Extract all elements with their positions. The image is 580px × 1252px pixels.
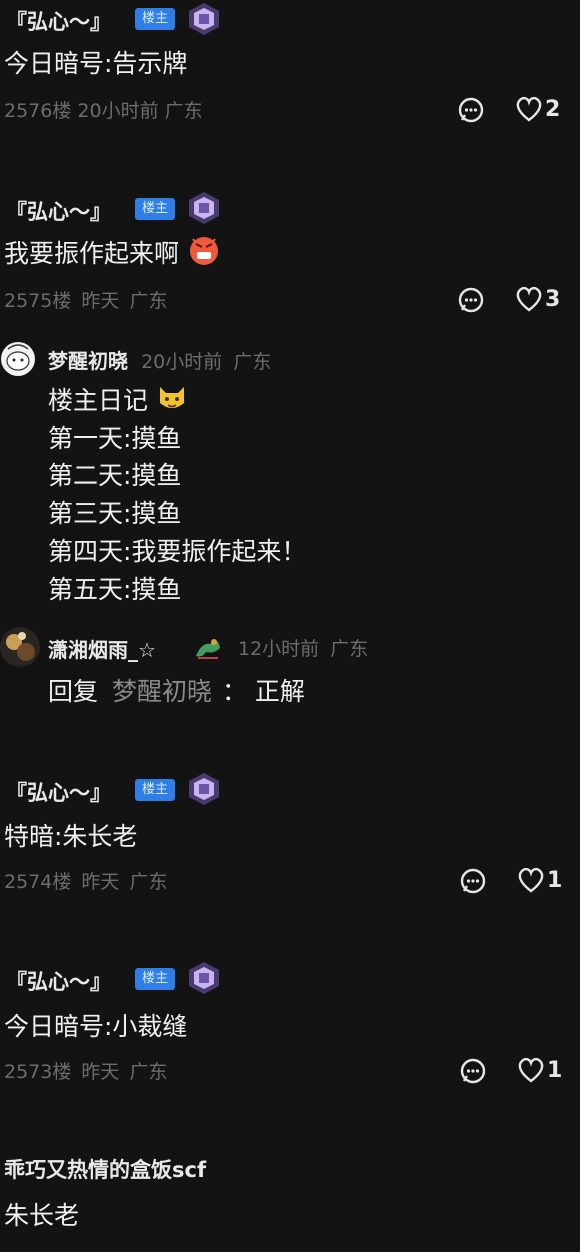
timestamp: 20小时前 xyxy=(77,100,159,122)
like-count: 1 xyxy=(547,1057,563,1083)
comment-icon[interactable] xyxy=(457,96,485,124)
floor-number: 2574楼 xyxy=(4,871,72,893)
avatar[interactable] xyxy=(0,622,40,672)
comment-text: 今日暗号:小裁缝 xyxy=(4,1012,188,1041)
comment-icon[interactable] xyxy=(459,867,487,895)
reply-line: 第三天:摸鱼 xyxy=(48,499,182,528)
like-button[interactable]: 1 xyxy=(517,867,562,893)
reply-text: 回复 梦醒初晓 ： 正解 xyxy=(48,672,305,708)
owner-badge: 楼主 xyxy=(135,8,175,30)
like-count: 2 xyxy=(545,96,561,122)
level-gem-icon xyxy=(189,192,219,224)
reply-prefix: 回复 xyxy=(48,677,99,706)
dragon-badge-icon xyxy=(196,639,220,659)
reply-line: 第四天:我要振作起来！ xyxy=(48,537,307,566)
comment-meta: 2575楼 昨天 广东 xyxy=(4,286,167,313)
like-count: 3 xyxy=(545,286,561,312)
owner-badge: 楼主 xyxy=(135,779,175,801)
comment-meta: 2576楼 20小时前 广东 xyxy=(4,96,203,123)
reply-line-text: 楼主日记 xyxy=(48,386,149,415)
level-gem-icon xyxy=(189,773,219,805)
reply-line: 第五天:摸鱼 xyxy=(48,575,182,604)
reply-separator: ： xyxy=(221,677,247,706)
location: 广东 xyxy=(129,871,168,893)
comment-author[interactable]: 『弘心～』 xyxy=(6,6,111,36)
comment-meta: 2574楼 昨天 广东 xyxy=(4,867,167,894)
reply-header: 潇湘烟雨_☆ xyxy=(48,634,156,663)
timestamp: 昨天 xyxy=(81,290,120,312)
location: 广东 xyxy=(330,638,369,660)
reply-author[interactable]: 潇湘烟雨_☆ xyxy=(48,638,156,662)
like-button[interactable]: 2 xyxy=(515,96,560,122)
reply-line: 楼主日记 xyxy=(48,381,188,417)
reply-header: 梦醒初晓 20小时前 广东 xyxy=(48,345,271,374)
comment-icon[interactable] xyxy=(457,286,485,314)
avatar[interactable] xyxy=(0,339,36,379)
floor-number: 2575楼 xyxy=(4,290,72,312)
heart-icon xyxy=(516,286,542,312)
like-button[interactable]: 3 xyxy=(515,286,560,312)
timestamp: 昨天 xyxy=(81,1061,120,1083)
comment-text: 特暗:朱长老 xyxy=(4,822,138,851)
heart-icon xyxy=(516,96,542,122)
location: 广东 xyxy=(129,290,168,312)
like-button[interactable]: 1 xyxy=(517,1057,562,1083)
timestamp: 昨天 xyxy=(81,871,120,893)
location: 广东 xyxy=(164,100,203,122)
comment-text: 朱长老 xyxy=(4,1201,80,1230)
reply-line: 第一天:摸鱼 xyxy=(48,424,182,453)
comment-text: 我要振作起来啊 xyxy=(4,234,221,270)
angry-face-emoji-icon xyxy=(189,237,218,265)
reply-meta: 12小时前 广东 xyxy=(238,634,368,661)
floor-number: 2576楼 xyxy=(4,100,72,122)
owner-badge: 楼主 xyxy=(135,968,175,990)
comment-author[interactable]: 『弘心～』 xyxy=(6,966,111,996)
level-gem-icon xyxy=(189,3,219,35)
level-gem-icon xyxy=(189,962,219,994)
cat-emoji-icon xyxy=(159,387,184,408)
reply-line: 第二天:摸鱼 xyxy=(48,461,182,490)
comment-icon[interactable] xyxy=(459,1057,487,1085)
like-count: 1 xyxy=(547,867,563,893)
floor-number: 2573楼 xyxy=(4,1061,72,1083)
comment-meta: 2573楼 昨天 广东 xyxy=(4,1057,167,1084)
comment-text: 今日暗号:告示牌 xyxy=(4,49,188,78)
comment-author[interactable]: 『弘心～』 xyxy=(6,777,111,807)
reply-content: 正解 xyxy=(254,677,305,706)
reply-to-user[interactable]: 梦醒初晓 xyxy=(112,677,212,706)
reply-author[interactable]: 梦醒初晓 xyxy=(48,349,128,373)
location: 广东 xyxy=(233,351,272,373)
timestamp: 12小时前 xyxy=(238,638,320,660)
comment-text-content: 我要振作起来啊 xyxy=(4,239,180,268)
location: 广东 xyxy=(129,1061,168,1083)
timestamp: 20小时前 xyxy=(141,351,223,373)
comment-author[interactable]: 『弘心～』 xyxy=(6,196,111,226)
heart-icon xyxy=(518,867,544,893)
comment-author[interactable]: 乖巧又热情的盒饭scf xyxy=(4,1154,206,1184)
owner-badge: 楼主 xyxy=(135,198,175,220)
heart-icon xyxy=(518,1057,544,1083)
